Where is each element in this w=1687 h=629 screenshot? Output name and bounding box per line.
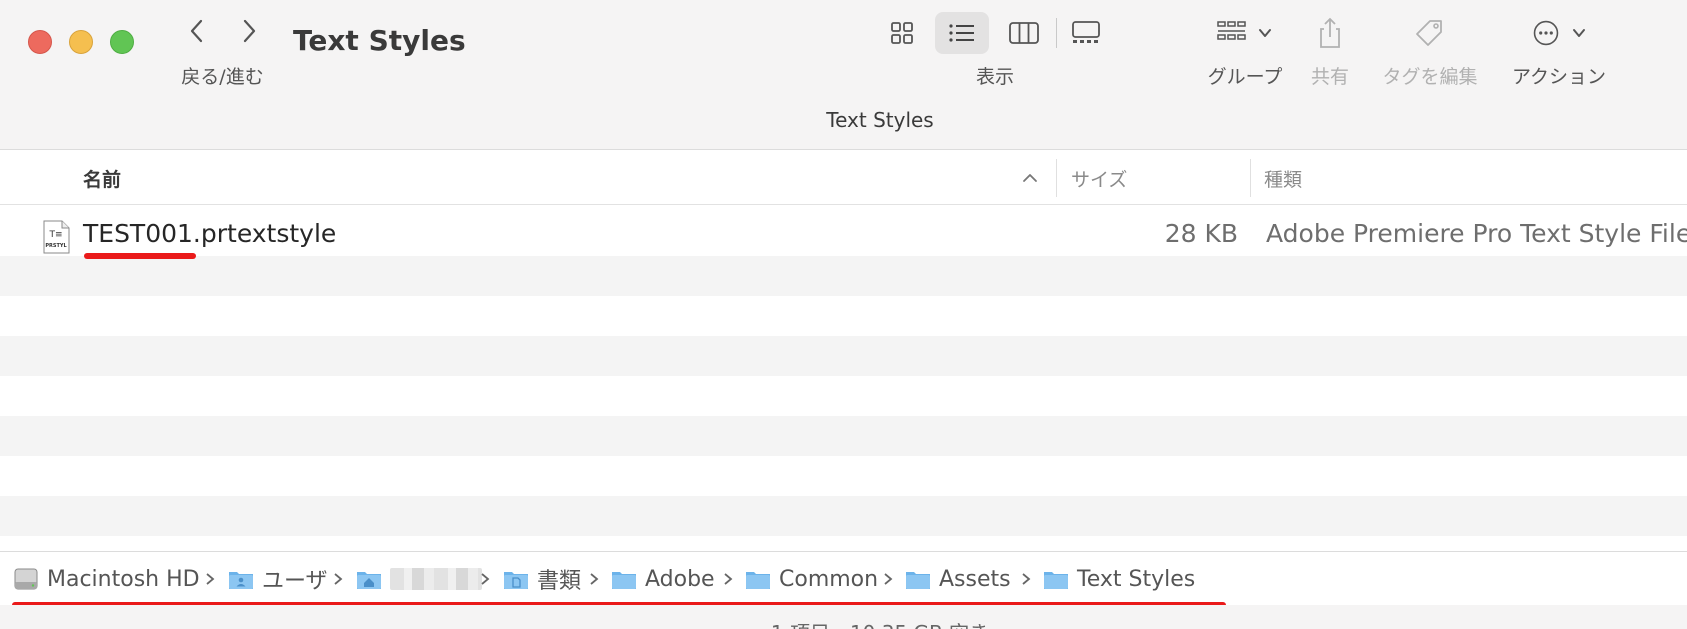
folder-icon: [1044, 572, 1068, 589]
file-list: T≡ PRSTYL TEST001.prtextstyle 28 KB Adob…: [0, 206, 1687, 551]
chevron-right-icon: [590, 573, 599, 585]
empty-row: [0, 336, 1687, 376]
chevron-down-icon: [1259, 29, 1271, 37]
share-icon: [1320, 17, 1340, 48]
group-button[interactable]: [1205, 10, 1283, 56]
chevron-right-icon: [481, 573, 490, 585]
action-button[interactable]: [1526, 10, 1592, 56]
path-bar: Macintosh HD ユーザ 書類 Adobe Common Assets …: [0, 551, 1687, 605]
documents-folder-icon: [504, 572, 528, 589]
close-button[interactable]: [28, 30, 52, 54]
path-item-adobe[interactable]: Adobe: [611, 564, 715, 594]
columns-icon: [1009, 22, 1039, 44]
path-item-label: ユーザ: [262, 569, 328, 594]
folder-icon: [906, 572, 930, 589]
tag-icon: [1416, 20, 1442, 46]
file-size: 28 KB: [1164, 219, 1238, 248]
path-item-label: Common: [779, 566, 879, 592]
gallery-icon: [1072, 21, 1100, 43]
chevron-right-icon: [884, 573, 893, 585]
path-item-text-styles[interactable]: Text Styles: [1043, 564, 1195, 594]
action-label: アクション: [1511, 66, 1607, 88]
path-item-home[interactable]: [356, 564, 482, 594]
status-bar: 1 項目、10.35 GB 空き: [0, 605, 1687, 629]
column-divider[interactable]: [1250, 159, 1251, 197]
path-item-label: Macintosh HD: [47, 566, 200, 592]
path-item-assets[interactable]: Assets: [905, 564, 1011, 594]
file-icon-text: T≡: [48, 230, 62, 240]
home-folder-icon: [357, 572, 381, 589]
path-item-label: 書類: [537, 569, 582, 594]
users-folder-icon: [229, 572, 253, 589]
folder-icon: [612, 572, 636, 589]
chevron-right-icon: [243, 19, 256, 43]
grid-icon: [891, 22, 913, 44]
list-view-button[interactable]: [935, 12, 989, 54]
path-item-documents[interactable]: 書類: [503, 564, 581, 594]
toolbar: 戻る/進む Text Styles 表示 グループ 共有 タグを編集 アクション…: [0, 0, 1687, 150]
column-header: 名前 サイズ 種類: [0, 151, 1687, 205]
empty-row: [0, 416, 1687, 456]
column-size-header[interactable]: サイズ: [1071, 165, 1127, 192]
empty-row: [0, 496, 1687, 536]
path-item-label: Assets: [939, 566, 1011, 592]
gallery-view-button[interactable]: [1059, 12, 1113, 54]
back-button[interactable]: [177, 12, 217, 50]
highlight-underline: [84, 253, 196, 259]
list-icon: [949, 24, 974, 42]
nav-label: 戻る/進む: [181, 66, 264, 88]
column-kind-header[interactable]: 種類: [1264, 165, 1302, 192]
prtextstyle-file-icon: T≡ PRSTYL: [43, 220, 70, 254]
empty-row: [0, 376, 1687, 416]
empty-row: [0, 256, 1687, 296]
share-button[interactable]: [1310, 10, 1350, 56]
file-row[interactable]: T≡ PRSTYL TEST001.prtextstyle 28 KB Adob…: [0, 206, 1687, 256]
column-view-button[interactable]: [997, 12, 1051, 54]
path-item-common[interactable]: Common: [745, 564, 878, 594]
empty-row: [0, 296, 1687, 336]
empty-row: [0, 456, 1687, 496]
forward-button[interactable]: [229, 12, 269, 50]
group-grid-icon: [1217, 21, 1246, 40]
folder-icon: [746, 572, 770, 589]
icon-view-button[interactable]: [875, 12, 929, 54]
chevron-right-icon: [724, 573, 733, 585]
chevron-left-icon: [190, 19, 203, 43]
file-name[interactable]: TEST001.prtextstyle: [83, 219, 336, 248]
ellipsis-circle-icon: [1533, 20, 1559, 46]
edit-tags-label: タグを編集: [1382, 66, 1478, 88]
path-item-macintosh-hd[interactable]: Macintosh HD: [13, 564, 200, 594]
path-title: Text Styles: [826, 108, 934, 132]
chevron-right-icon: [1022, 573, 1031, 585]
column-divider[interactable]: [1056, 159, 1057, 197]
view-divider: [1056, 18, 1057, 48]
group-label: グループ: [1207, 66, 1283, 88]
column-name-header[interactable]: 名前: [83, 165, 121, 192]
file-kind: Adobe Premiere Pro Text Style File: [1266, 219, 1687, 248]
chevron-down-icon: [1573, 29, 1585, 37]
hard-drive-icon: [14, 568, 38, 590]
file-icon-text: PRSTYL: [45, 243, 67, 249]
zoom-button[interactable]: [110, 30, 134, 54]
minimize-button[interactable]: [69, 30, 93, 54]
chevron-right-icon: [206, 573, 215, 585]
status-text: 1 項目、10.35 GB 空き: [0, 617, 1687, 629]
path-item-label: Text Styles: [1077, 566, 1196, 592]
path-item-label: Adobe: [645, 566, 715, 592]
view-label: 表示: [975, 66, 1014, 88]
sort-ascending-icon[interactable]: [1020, 168, 1040, 188]
path-item-users[interactable]: ユーザ: [228, 564, 328, 594]
window-title: Text Styles: [293, 24, 466, 57]
redacted-username: [390, 568, 482, 590]
edit-tags-button[interactable]: [1408, 10, 1452, 56]
chevron-right-icon: [334, 573, 343, 585]
share-label: 共有: [1310, 66, 1349, 88]
